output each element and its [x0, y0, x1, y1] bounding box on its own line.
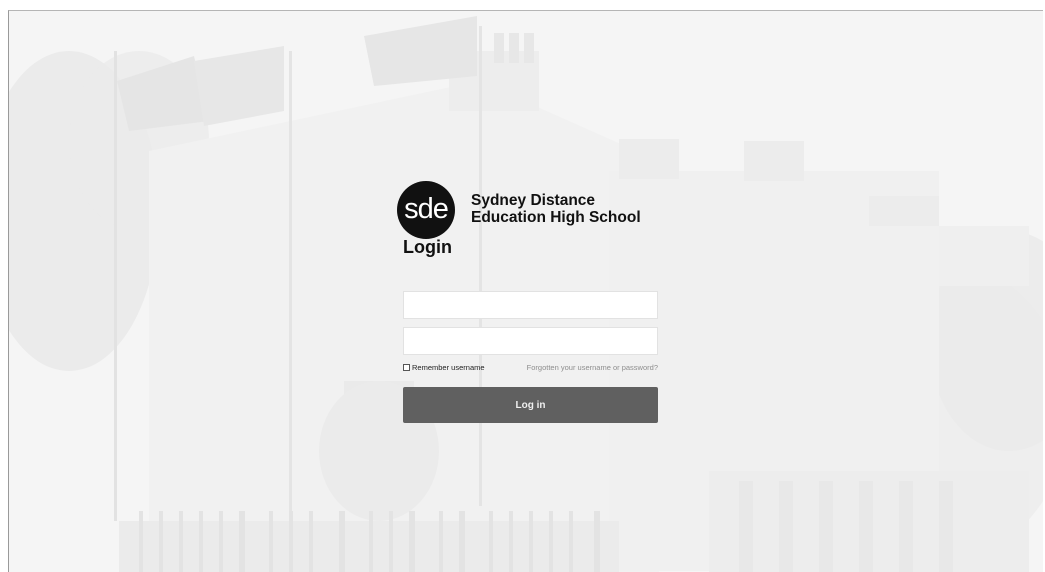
school-name: Sydney Distance Education High School — [471, 192, 641, 226]
login-options: Remember username Forgotten your usernam… — [403, 363, 658, 377]
forgot-credentials-link[interactable]: Forgotten your username or password? — [527, 363, 658, 372]
password-input[interactable] — [403, 327, 658, 355]
username-input[interactable] — [403, 291, 658, 319]
branding: sde Sydney Distance Education High Schoo… — [397, 179, 662, 259]
remember-username[interactable]: Remember username — [403, 363, 485, 372]
page-frame: sde Sydney Distance Education High Schoo… — [8, 10, 1043, 572]
remember-username-label: Remember username — [412, 363, 485, 372]
school-logo: sde — [397, 181, 455, 239]
remember-username-checkbox[interactable] — [403, 364, 410, 371]
school-name-line2: Education High School — [471, 209, 641, 226]
login-panel: sde Sydney Distance Education High Schoo… — [397, 179, 662, 423]
login-button[interactable]: Log in — [403, 387, 658, 423]
login-heading: Login — [403, 237, 452, 257]
school-name-line1: Sydney Distance — [471, 192, 596, 209]
